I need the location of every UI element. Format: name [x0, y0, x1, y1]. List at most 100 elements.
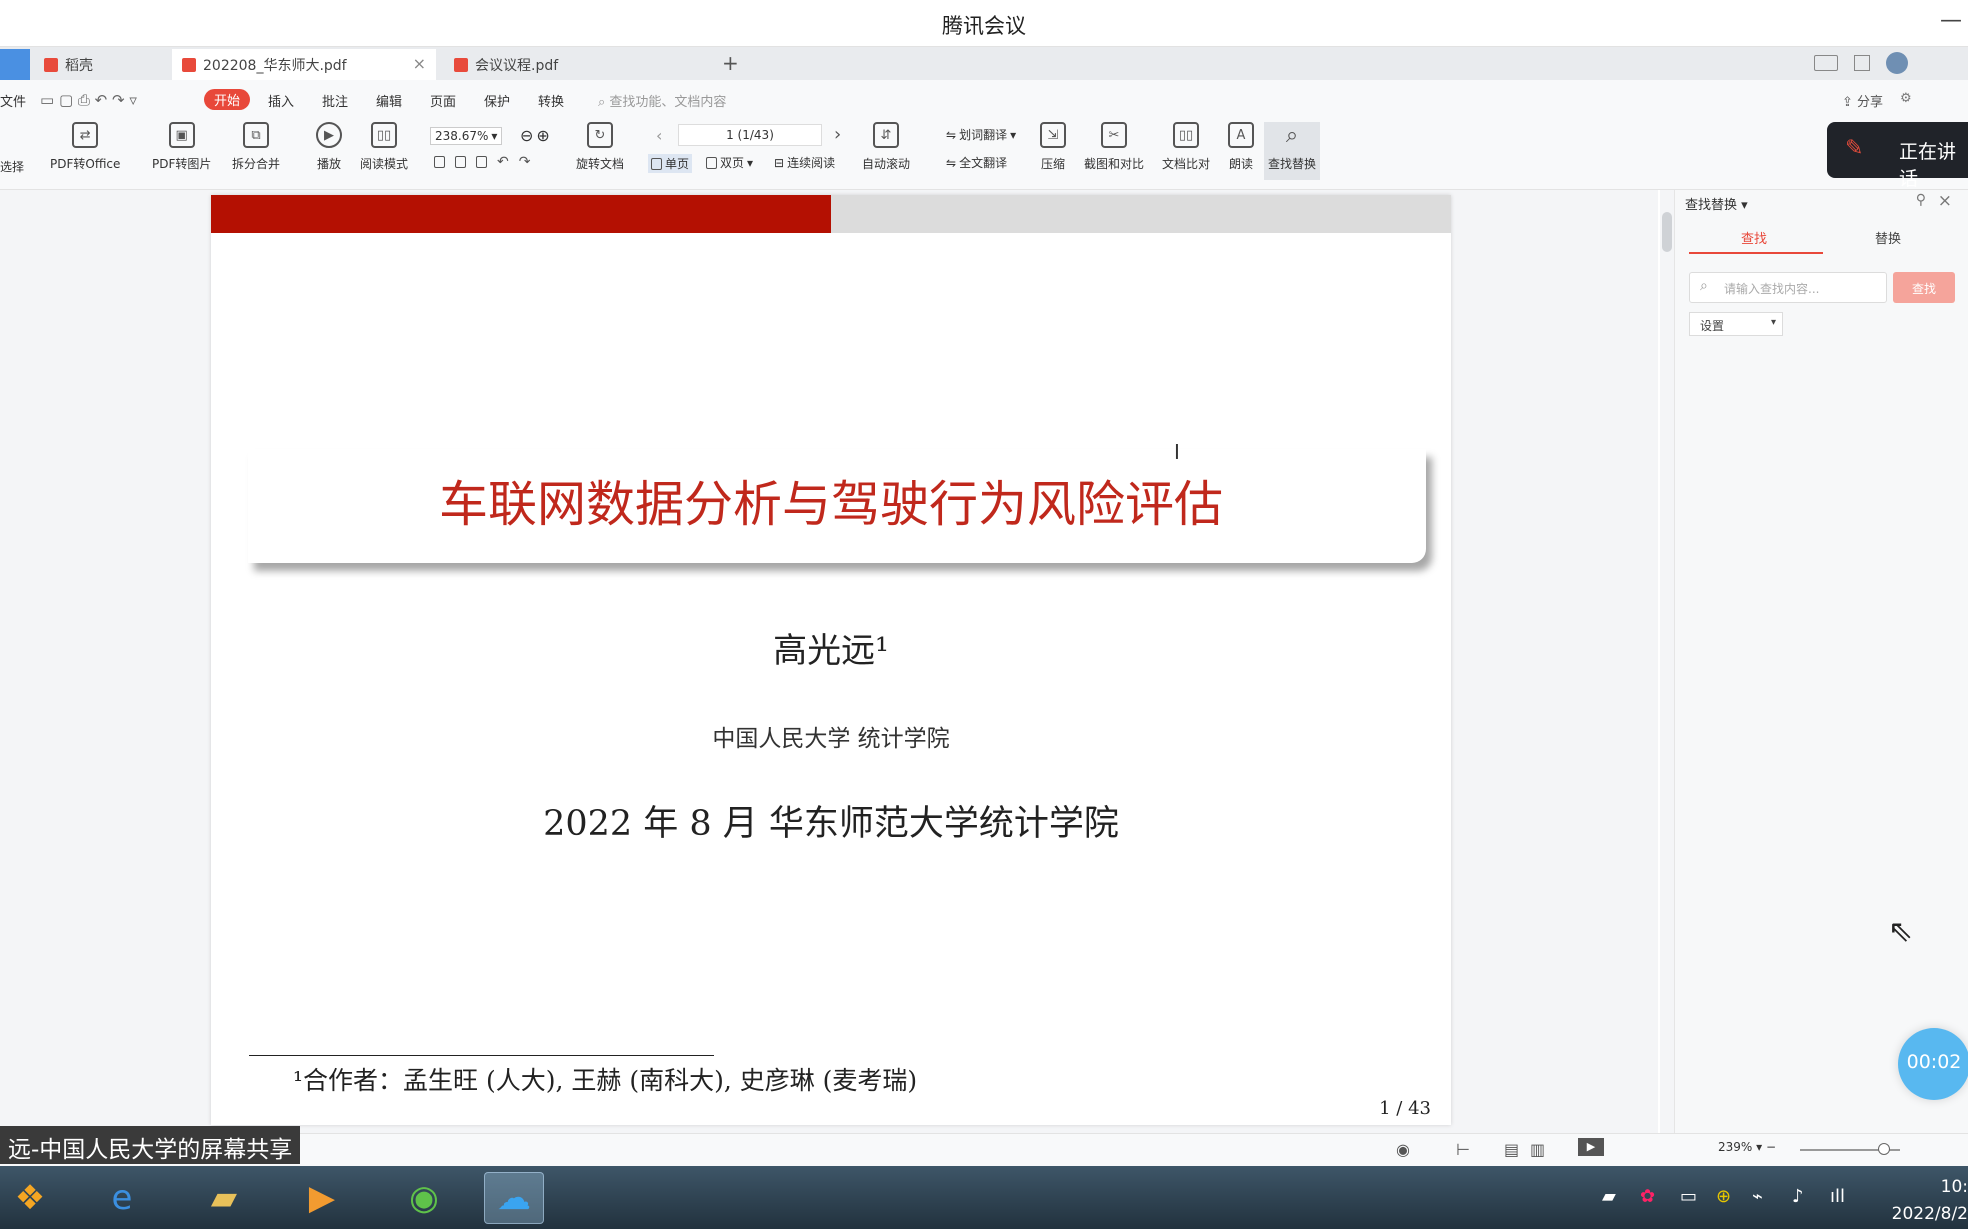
zoom-select[interactable]: 238.67% ▾: [430, 127, 503, 145]
doc-compare-button[interactable]: ▯▯ 文档比对: [1162, 122, 1210, 172]
zoom-slider-knob[interactable]: [1878, 1143, 1890, 1155]
play-button[interactable]: ▶ 播放: [316, 122, 342, 172]
continuous-read-button[interactable]: ⊟ 连续阅读: [774, 154, 835, 171]
system-clock[interactable]: 10: 2022/8/2: [1892, 1174, 1968, 1228]
find-input[interactable]: ⌕ 请输入查找内容...: [1689, 272, 1887, 303]
avatar[interactable]: [1886, 52, 1908, 74]
clock-time: 10:: [1940, 1177, 1968, 1197]
tencent-meeting-icon[interactable]: ☁: [484, 1172, 544, 1224]
find-replace-panel: 查找替换 ▾ ⚲ × 查找 替换 ⌕ 请输入查找内容... 查找 设置 ▾: [1674, 190, 1968, 1133]
fit-icon[interactable]: [434, 156, 445, 168]
read-mode-button[interactable]: ▯▯ 阅读模式: [360, 122, 408, 172]
menu-file[interactable]: 文件: [0, 91, 26, 110]
rotate-doc-button[interactable]: ↻ 旋转文档: [576, 122, 624, 172]
play-slideshow-icon[interactable]: ▶: [1578, 1138, 1604, 1156]
settings-dropdown[interactable]: 设置 ▾: [1689, 312, 1783, 336]
menu-insert[interactable]: 插入: [268, 91, 294, 110]
tab-agenda-pdf[interactable]: 会议议程.pdf: [444, 49, 710, 80]
next-page-icon[interactable]: ›: [834, 124, 841, 145]
rotate-right-icon[interactable]: ↷: [519, 154, 531, 170]
single-page-button[interactable]: 单页: [648, 154, 693, 173]
slide-header-bar-grey: [831, 195, 1451, 233]
zoom-out-icon[interactable]: ⊖: [520, 126, 533, 145]
double-page-button[interactable]: 双页 ▾: [706, 154, 753, 171]
button-label: 阅读模式: [360, 157, 409, 171]
find-replace-button[interactable]: ⌕ 查找替换: [1264, 122, 1321, 180]
view-tools[interactable]: ↶ ↷: [434, 154, 530, 170]
search-function-input[interactable]: ⌕ 查找功能、文档内容: [598, 91, 726, 110]
volume-icon[interactable]: ♪: [1792, 1186, 1804, 1207]
image-icon: ▣: [168, 122, 195, 148]
split-icon: ⧉: [243, 122, 269, 148]
menu-edit[interactable]: 编辑: [376, 91, 402, 110]
menu-annotate[interactable]: 批注: [322, 91, 348, 110]
media-player-icon[interactable]: ▶: [292, 1172, 352, 1224]
zoom-in-icon[interactable]: ⊕: [536, 126, 549, 145]
find-button[interactable]: 查找: [1893, 272, 1955, 303]
ie-browser-icon[interactable]: e: [92, 1172, 152, 1224]
tray-plus-icon[interactable]: ⊕: [1716, 1186, 1731, 1207]
button-label: PDF转Office: [50, 157, 121, 171]
read-aloud-button[interactable]: A 朗读: [1228, 122, 1254, 172]
settings-icon[interactable]: ⚙: [1900, 91, 1912, 106]
grid-icon[interactable]: [1854, 55, 1870, 71]
page-input[interactable]: 1 (1/43): [678, 124, 822, 146]
translate-full-button[interactable]: ⇋ 全文翻译: [946, 154, 1007, 171]
zoom-buttons[interactable]: ⊖ ⊕: [520, 126, 550, 145]
translate-doc-icon: ⇋: [946, 155, 957, 170]
double-view-icon[interactable]: ▥: [1530, 1140, 1545, 1159]
menu-start[interactable]: 开始: [204, 89, 251, 110]
speaking-indicator[interactable]: ✎ 正在讲话: [1827, 122, 1968, 190]
panel-title[interactable]: 查找替换 ▾: [1685, 194, 1748, 213]
button-label: 连续阅读: [787, 156, 836, 170]
share-button[interactable]: ⇪ 分享: [1842, 91, 1883, 110]
select-tool[interactable]: 选择: [0, 158, 24, 175]
tray-power-icon[interactable]: ⌁: [1752, 1186, 1763, 1207]
fit-page-icon[interactable]: [455, 156, 466, 168]
scroll-thumb[interactable]: [1662, 212, 1672, 252]
split-merge-button[interactable]: ⧉ 拆分合并: [232, 122, 280, 172]
button-label: 单页: [665, 157, 690, 171]
pdf-to-image-button[interactable]: ▣ PDF转图片: [152, 122, 211, 172]
fit-width-icon[interactable]: ⊢: [1456, 1140, 1470, 1159]
close-tab-icon[interactable]: ×: [413, 54, 426, 73]
status-zoom[interactable]: 239% ▾ −: [1718, 1140, 1776, 1154]
file-explorer-icon[interactable]: ▰: [194, 1172, 254, 1224]
scroll-icon: ⇵: [873, 122, 899, 148]
quick-access-icons[interactable]: ▭ ▢ ⎙ ↶ ↷ ▿: [40, 91, 137, 109]
single-view-icon[interactable]: ▤: [1504, 1140, 1519, 1159]
translate-word-button[interactable]: ⇋ 划词翻译 ▾: [946, 126, 1016, 143]
menu-convert[interactable]: 转换: [538, 91, 564, 110]
tab-find[interactable]: 查找: [1741, 228, 1767, 247]
pin-icon[interactable]: ⚲: [1916, 192, 1926, 208]
screenshot-icon: ✂: [1101, 122, 1127, 148]
screenshot-compare-button[interactable]: ✂ 截图和对比: [1084, 122, 1144, 172]
auto-scroll-button[interactable]: ⇵ 自动滚动: [862, 122, 910, 172]
menu-page[interactable]: 页面: [430, 91, 456, 110]
rotate-left-icon[interactable]: ↶: [497, 154, 509, 170]
tab-replace[interactable]: 替换: [1875, 228, 1901, 247]
tab-docer[interactable]: 稻壳: [34, 49, 170, 80]
vertical-scrollbar[interactable]: [1660, 190, 1674, 1133]
actual-size-icon[interactable]: [476, 156, 487, 168]
tab-active-pdf[interactable]: 202208_华东师大.pdf ×: [172, 49, 436, 80]
meeting-timer[interactable]: 00:02: [1898, 1028, 1968, 1100]
tray-meeting-icon[interactable]: ▰: [1602, 1186, 1616, 1207]
network-signal-icon[interactable]: ıll: [1830, 1186, 1845, 1207]
close-icon[interactable]: ×: [1938, 191, 1952, 211]
find-placeholder: 请输入查找内容...: [1724, 282, 1820, 296]
prev-page-icon[interactable]: ‹: [656, 126, 662, 145]
tray-display-icon[interactable]: ▭: [1680, 1186, 1697, 1207]
menu-protect[interactable]: 保护: [484, 91, 510, 110]
pdf-to-office-button[interactable]: ⇄ PDF转Office: [50, 122, 120, 172]
tray-flower-icon[interactable]: ✿: [1640, 1186, 1655, 1207]
eye-icon[interactable]: ◉: [1396, 1140, 1410, 1159]
minimize-button[interactable]: —: [1940, 8, 1962, 33]
button-label: 文档比对: [1162, 157, 1211, 171]
start-button-icon[interactable]: ❖: [0, 1172, 60, 1224]
window-layout-icon[interactable]: [1814, 55, 1838, 71]
compress-button[interactable]: ⇲ 压缩: [1040, 122, 1066, 172]
new-tab-button[interactable]: +: [722, 51, 739, 75]
home-tab[interactable]: [0, 49, 30, 80]
app-green-icon[interactable]: ◉: [394, 1172, 454, 1224]
